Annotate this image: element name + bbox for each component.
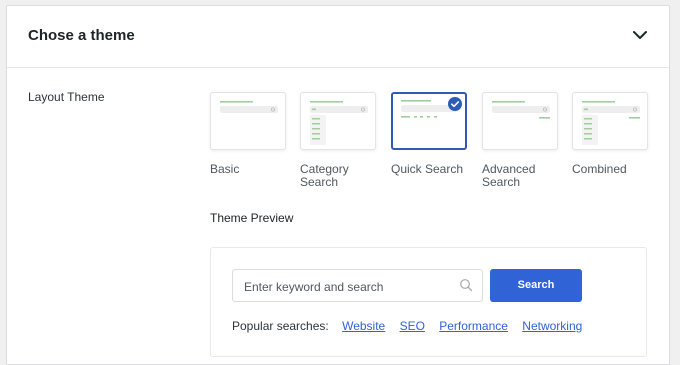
theme-thumbnail-advanced-search [482,92,558,150]
theme-option-combined[interactable]: Combined [572,92,650,176]
theme-name: Quick Search [391,162,464,176]
theme-name: Category Search [300,162,349,189]
popular-link-website[interactable]: Website [342,319,385,333]
theme-panel: Chose a theme Layout Theme Basic Categor… [6,5,670,365]
chevron-down-icon[interactable] [631,26,649,44]
popular-link-seo[interactable]: SEO [400,319,425,333]
theme-option-basic[interactable]: Basic [210,92,288,176]
popular-link-performance[interactable]: Performance [439,319,508,333]
search-input[interactable]: Enter keyword and search [232,269,483,302]
search-button[interactable]: Search [490,269,582,302]
theme-option-quick-search[interactable]: Quick Search [391,92,469,176]
theme-thumbnail-basic [210,92,286,150]
panel-title: Chose a theme [28,27,135,44]
popular-searches: Popular searches: Website SEO Performanc… [232,319,593,333]
popular-link-networking[interactable]: Networking [522,319,582,333]
theme-thumbnail-category-search [300,92,376,150]
theme-name: Combined [572,162,627,176]
check-icon [451,101,460,108]
search-icon [460,279,473,292]
panel-header[interactable]: Chose a theme [7,6,669,68]
popular-searches-label: Popular searches: [232,319,329,333]
theme-thumbnail-combined [572,92,648,150]
theme-thumbnail-quick-search [391,92,467,150]
search-placeholder: Enter keyword and search [244,280,384,294]
theme-name: Advanced Search [482,162,536,189]
theme-option-advanced-search[interactable]: Advanced Search [482,92,560,189]
theme-preview-label: Theme Preview [210,211,294,225]
theme-preview: Enter keyword and search Search Popular … [210,247,647,357]
selected-badge [448,97,462,111]
layout-theme-label: Layout Theme [28,90,105,104]
theme-name: Basic [210,162,240,176]
theme-option-category-search[interactable]: Category Search [300,92,378,189]
